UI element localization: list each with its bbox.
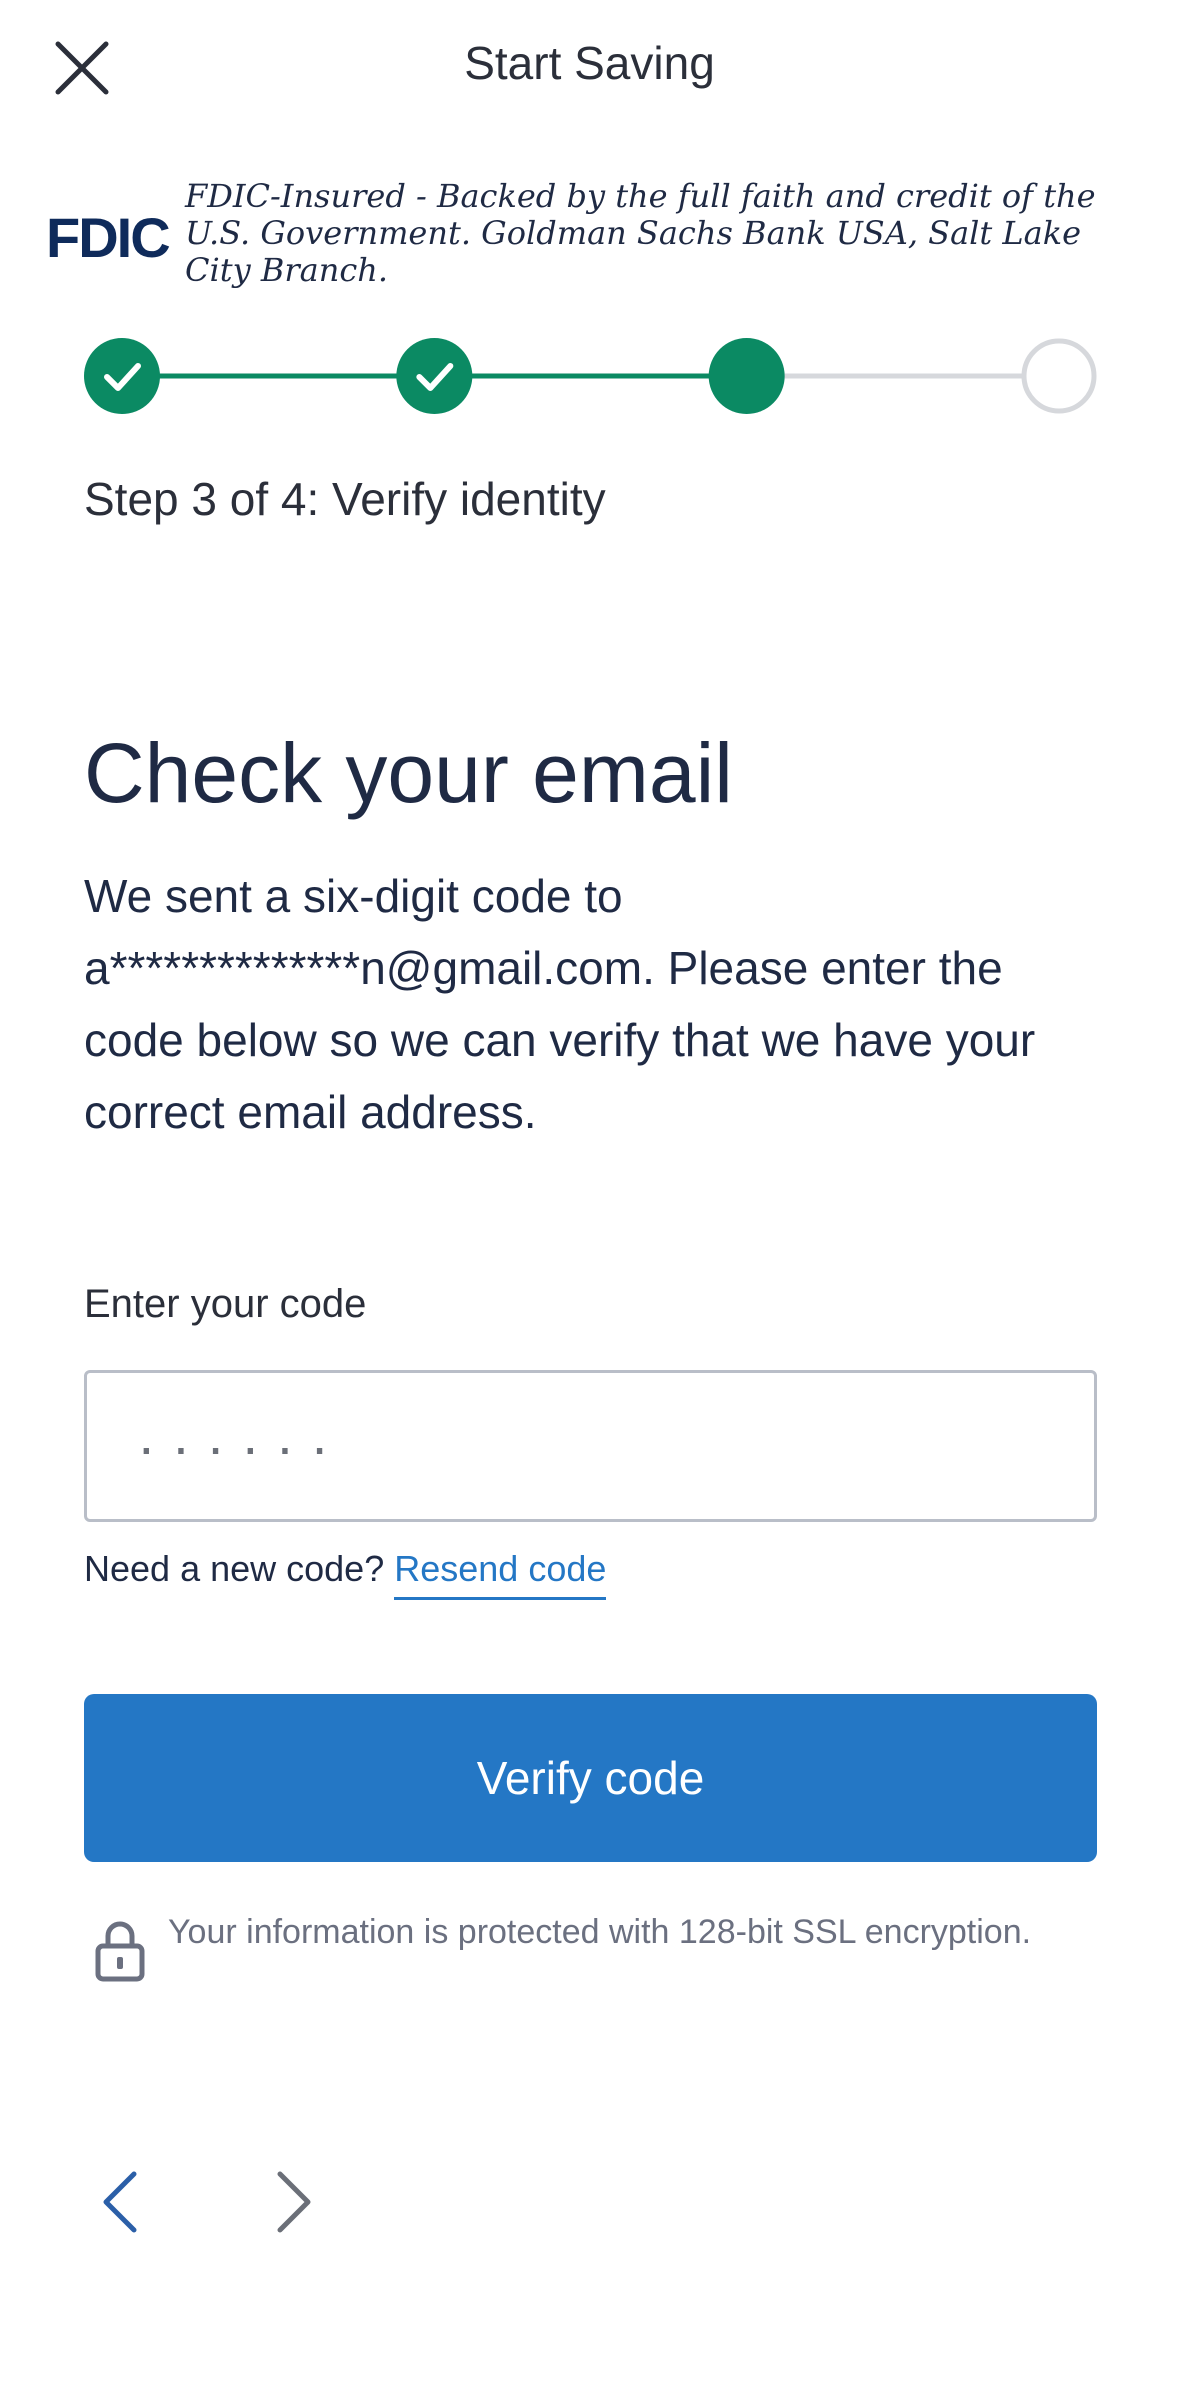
lock-icon	[94, 1918, 146, 1982]
chevron-left-icon[interactable]	[96, 2170, 144, 2234]
stepper-step-1	[84, 338, 160, 414]
instructions-text: We sent a six-digit code to a***********…	[84, 870, 1036, 1138]
fdic-disclaimer: FDIC-Insured - Backed by the full faith …	[185, 177, 1096, 289]
resend-row: Need a new code? Resend code	[84, 1548, 607, 1600]
resend-prompt: Need a new code?	[84, 1548, 385, 1589]
code-input[interactable]	[84, 1370, 1097, 1522]
code-input-label: Enter your code	[84, 1282, 367, 1326]
ssl-notice: Your information is protected with 128-b…	[168, 1913, 1032, 1951]
stepper-step-2	[396, 338, 473, 414]
fdic-logo: FDIC	[46, 206, 171, 269]
resend-code-link[interactable]: Resend code	[394, 1548, 607, 1600]
page-title: Start Saving	[464, 37, 715, 89]
chevron-right-icon[interactable]	[270, 2170, 318, 2234]
stepper-step-4	[1021, 338, 1097, 414]
step-label: Step 3 of 4: Verify identity	[84, 473, 606, 525]
progress-stepper	[84, 336, 1097, 416]
heading: Check your email	[84, 726, 733, 820]
stepper-step-3	[708, 338, 785, 414]
verify-code-button[interactable]: Verify code	[84, 1694, 1097, 1862]
